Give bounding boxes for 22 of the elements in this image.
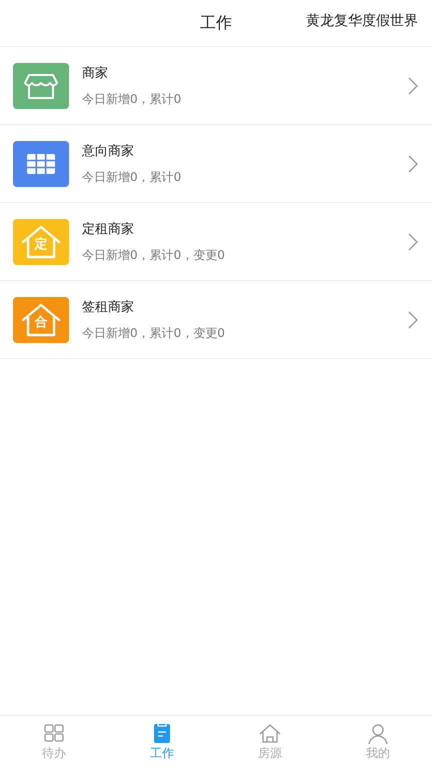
row-summary: 今日新增0，累计0，变更0 [82, 246, 226, 264]
merchant-row[interactable]: 合 签租商家 今日新增0，累计0，变更0 [0, 281, 432, 359]
chevron-icon [408, 154, 418, 172]
merchant-row[interactable]: 定 定租商家 今日新增0，累计0，变更0 [0, 203, 432, 281]
row-title: 意向商家 [82, 142, 135, 160]
chevron-icon [408, 232, 418, 250]
row-summary: 今日新增0，累计0 [82, 90, 182, 108]
chevron-icon [408, 76, 418, 94]
row-title: 商家 [82, 64, 109, 82]
house-icon: 定 [13, 218, 69, 264]
merchant-row[interactable]: 意向商家 今日新增0，累计0 [0, 125, 432, 203]
house-icon: 合 [13, 296, 69, 342]
row-title: 签租商家 [82, 298, 135, 316]
house-icon [258, 722, 282, 745]
location-name[interactable]: 黄龙复华度假世界 [306, 12, 418, 30]
merchant-row[interactable]: 商家 今日新增0，累计0 [0, 47, 432, 125]
page-title: 工作 [200, 12, 232, 34]
row-title: 定租商家 [82, 220, 135, 238]
chevron-icon [408, 310, 418, 328]
row-summary: 今日新增0，累计0 [82, 168, 182, 186]
row-summary: 今日新增0，累计0，变更0 [82, 324, 226, 342]
person-icon [366, 722, 390, 745]
